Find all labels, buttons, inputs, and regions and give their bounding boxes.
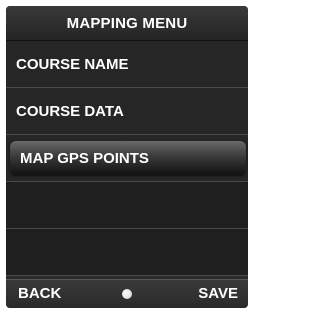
menu-item-map-gps-points[interactable]: MAP GPS POINTS xyxy=(6,135,248,182)
menu-item-empty xyxy=(6,182,248,229)
menu-item-empty xyxy=(6,229,248,276)
page-title: MAPPING MENU xyxy=(6,6,248,41)
menu-item-label: COURSE NAME xyxy=(16,55,129,73)
dot-icon xyxy=(122,289,132,299)
menu-item-course-data[interactable]: COURSE DATA xyxy=(6,88,248,135)
menu-item-course-name[interactable]: COURSE NAME xyxy=(6,41,248,88)
softkey-bar: BACK SAVE xyxy=(6,279,248,308)
menu-item-label: MAP GPS POINTS xyxy=(20,149,149,167)
back-button[interactable]: BACK xyxy=(18,285,61,302)
menu-item-label: COURSE DATA xyxy=(16,102,124,120)
mapping-menu: COURSE NAME COURSE DATA MAP GPS POINTS xyxy=(6,41,248,276)
device-screen: MAPPING MENU COURSE NAME COURSE DATA MAP… xyxy=(6,6,248,308)
save-button[interactable]: SAVE xyxy=(198,285,238,302)
